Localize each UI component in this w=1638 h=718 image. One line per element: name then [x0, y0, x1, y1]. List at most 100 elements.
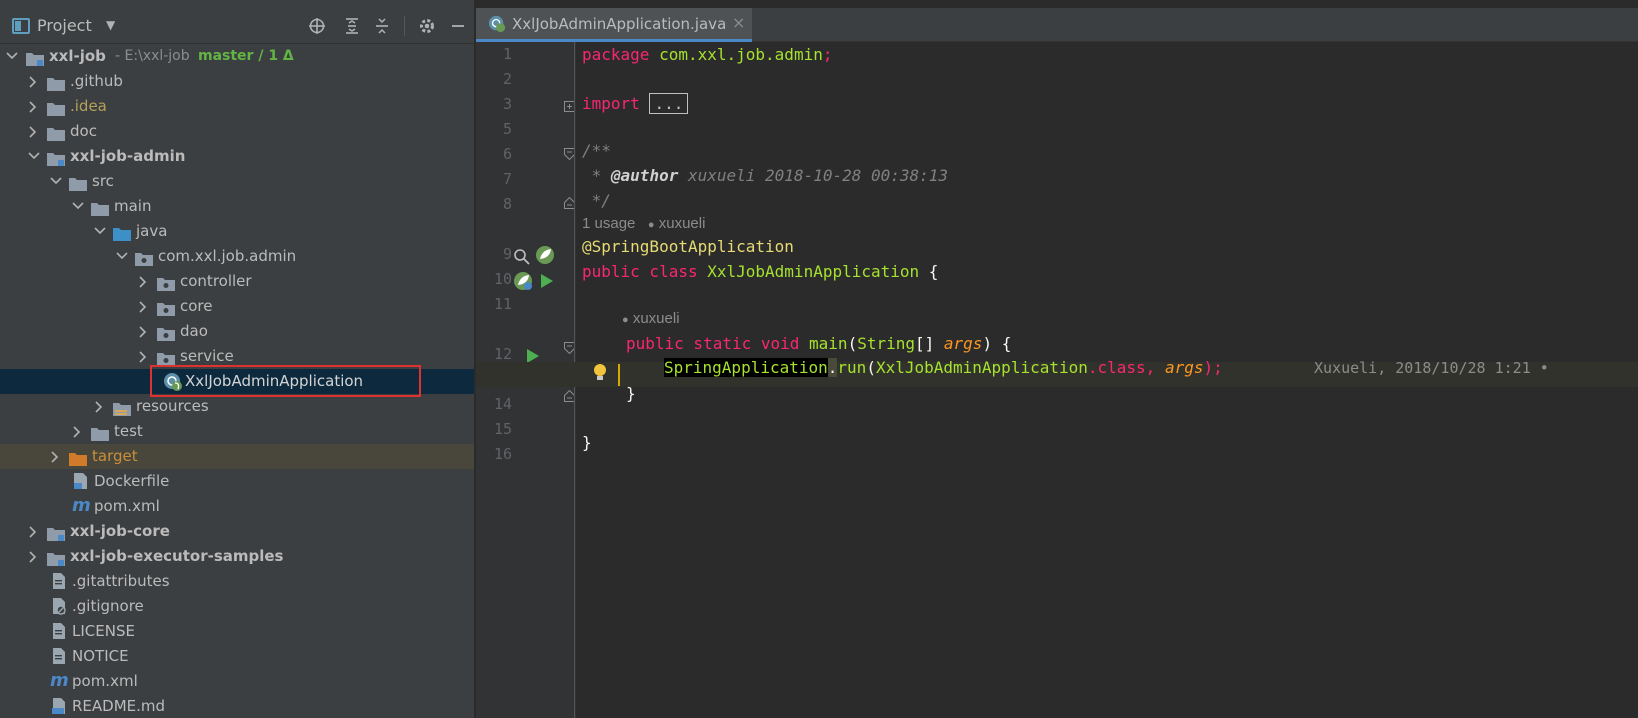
tree-item-label: doc	[70, 122, 97, 140]
close-icon[interactable]: ×	[732, 13, 745, 32]
tree-item-gitignore[interactable]: .gitignore	[0, 594, 474, 619]
tree-item-label: Dockerfile	[94, 472, 170, 490]
gear-icon[interactable]	[414, 13, 440, 39]
git-blame-annotation: Xuxueli, 2018/10/28 1:21 •	[1314, 359, 1549, 377]
line-number: 1	[502, 45, 512, 63]
tree-item-controller[interactable]: controller	[0, 269, 474, 294]
resources-folder-icon	[113, 399, 131, 416]
tree-item-label: .idea	[70, 97, 107, 115]
chevron-right-icon[interactable]	[94, 394, 106, 419]
editor-tab-bar: XxlJobAdminApplication.java ×	[476, 8, 1638, 42]
chevron-right-icon[interactable]	[28, 544, 40, 569]
tree-item-idea[interactable]: .idea	[0, 94, 474, 119]
bean-search-icon[interactable]	[512, 247, 532, 269]
chevron-right-icon[interactable]	[28, 519, 40, 544]
maven-icon: m	[72, 495, 91, 516]
usage-inlay-hint[interactable]: 1 usage ● xuxueli	[582, 215, 705, 232]
chevron-down-icon[interactable]	[50, 169, 62, 194]
chevron-right-icon[interactable]	[72, 419, 84, 444]
module-folder-icon	[47, 149, 65, 166]
folder-icon	[91, 199, 109, 216]
tree-item-xxl-job[interactable]: xxl-job - E:\xxl-job master / 1 Δ	[0, 44, 474, 69]
tree-item-doc[interactable]: doc	[0, 119, 474, 144]
collapse-all-icon[interactable]	[369, 13, 395, 39]
chevron-right-icon[interactable]	[138, 269, 150, 294]
tree-item-label: resources	[136, 397, 209, 415]
hide-panel-icon[interactable]	[445, 13, 471, 39]
highlight-annotation-box	[150, 365, 421, 397]
code-line-13: SpringApplication.run(XxlJobAdminApplica…	[664, 358, 1223, 377]
spring-bean-icon[interactable]	[534, 244, 556, 270]
tree-item-license[interactable]: LICENSE	[0, 619, 474, 644]
run-icon[interactable]	[540, 273, 554, 293]
author-inlay-hint[interactable]: ● xuxueli	[622, 310, 680, 327]
view-mode-dropdown-icon[interactable]: ▼	[106, 18, 115, 32]
tree-item-label: NOTICE	[72, 647, 129, 665]
package-icon	[157, 274, 175, 291]
folder-icon	[47, 124, 65, 141]
chevron-right-icon[interactable]	[28, 94, 40, 119]
code-area[interactable]: package com.xxl.job.admin; import ... /*…	[476, 42, 1638, 718]
maven-icon: m	[50, 670, 69, 691]
tree-item-main[interactable]: main	[0, 194, 474, 219]
chevron-right-icon[interactable]	[28, 119, 40, 144]
code-line-9: @SpringBootApplication	[582, 237, 794, 256]
tree-item-xxl-job-executor-samples[interactable]: xxl-job-executor-samples	[0, 544, 474, 569]
project-path: - E:\xxl-job	[115, 48, 190, 64]
line-number: 6	[502, 145, 512, 163]
tree-item-label: controller	[180, 272, 252, 290]
project-view-title[interactable]: Project	[37, 16, 92, 35]
tree-item-label: pom.xml	[94, 497, 160, 515]
folder-icon	[47, 99, 65, 116]
chevron-right-icon[interactable]	[138, 294, 150, 319]
tree-item-package-admin[interactable]: com.xxl.job.admin	[0, 244, 474, 269]
tree-item-pom-root[interactable]: m pom.xml	[0, 669, 474, 694]
chevron-right-icon[interactable]	[28, 69, 40, 94]
tree-item-core[interactable]: core	[0, 294, 474, 319]
chevron-right-icon[interactable]	[50, 444, 62, 469]
folded-imports[interactable]: ...	[649, 93, 689, 114]
chevron-down-icon[interactable]	[28, 144, 40, 169]
chevron-right-icon[interactable]	[138, 319, 150, 344]
tree-item-src[interactable]: src	[0, 169, 474, 194]
chevron-down-icon[interactable]	[72, 194, 84, 219]
code-line-3: import ...	[582, 93, 689, 114]
tree-item-test[interactable]: test	[0, 419, 474, 444]
chevron-down-icon[interactable]	[116, 244, 128, 269]
expand-all-icon[interactable]	[339, 13, 365, 39]
package-icon	[135, 249, 153, 266]
spring-boot-class-icon	[488, 15, 506, 37]
tree-item-xxl-job-admin[interactable]: xxl-job-admin	[0, 144, 474, 169]
tree-item-dao[interactable]: dao	[0, 319, 474, 344]
text-cursor	[618, 364, 620, 386]
locate-file-icon[interactable]	[304, 13, 330, 39]
chevron-down-icon[interactable]	[94, 219, 106, 244]
tree-item-target[interactable]: target	[0, 444, 474, 469]
tree-item-label: main	[114, 197, 152, 215]
text-file-icon	[50, 622, 68, 640]
tree-item-gitattributes[interactable]: .gitattributes	[0, 569, 474, 594]
chevron-right-icon[interactable]	[138, 344, 150, 369]
tree-item-xxl-job-core[interactable]: xxl-job-core	[0, 519, 474, 544]
line-number: 10	[493, 270, 512, 288]
code-line-12: public static void main(String[] args) {	[626, 334, 1012, 353]
tree-item-label: src	[92, 172, 114, 190]
tree-item-label: java	[136, 222, 168, 240]
lightbulb-icon[interactable]	[592, 363, 608, 387]
tab-xxljobadminapplication-java[interactable]: XxlJobAdminApplication.java ×	[476, 8, 752, 42]
tree-item-resources[interactable]: resources	[0, 394, 474, 419]
tree-item-pom-admin[interactable]: m pom.xml	[0, 494, 474, 519]
tree-item-readme[interactable]: README.md	[0, 694, 474, 718]
tree-item-java[interactable]: java	[0, 219, 474, 244]
tree-item-notice[interactable]: NOTICE	[0, 644, 474, 669]
line-number: 15	[493, 420, 512, 438]
tree-item-label: target	[92, 447, 138, 465]
tree-item-dockerfile[interactable]: Dockerfile	[0, 469, 474, 494]
line-number: 11	[493, 295, 512, 313]
folder-icon	[47, 74, 65, 91]
tree-item-label: xxl-job-core	[70, 522, 170, 540]
chevron-down-icon[interactable]	[6, 44, 18, 69]
tree-item-github[interactable]: .github	[0, 69, 474, 94]
line-number: 12	[493, 345, 512, 363]
spring-bean-icon[interactable]	[512, 270, 534, 296]
